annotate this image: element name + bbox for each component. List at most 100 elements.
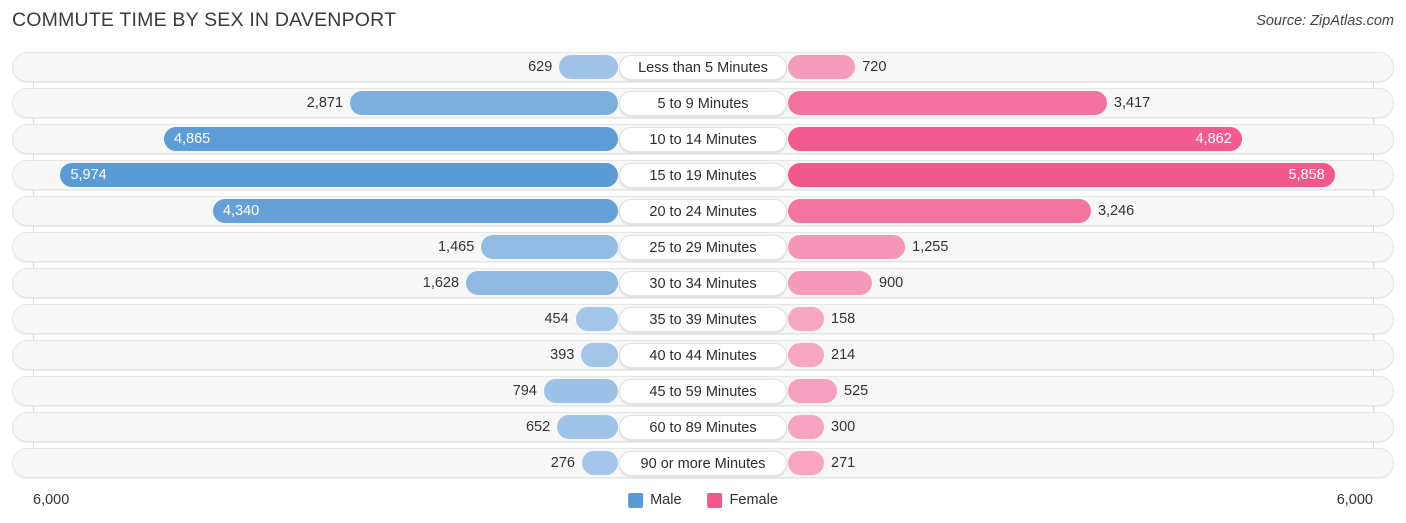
male-bar[interactable]: [557, 415, 618, 439]
female-bar[interactable]: [788, 379, 837, 403]
female-value-label: 3,246: [1097, 203, 1135, 219]
male-value-label: 276: [550, 455, 575, 471]
female-bar[interactable]: [788, 55, 856, 79]
female-bar-container: 900: [788, 271, 903, 295]
category-label: 20 to 24 Minutes: [619, 199, 787, 224]
female-value-label: 158: [831, 311, 856, 327]
male-value-label: 794: [512, 383, 537, 399]
female-bar-container: 300: [788, 415, 855, 439]
table-row: 652 300 60 to 89 Minutes: [12, 412, 1394, 442]
table-row: 1,628 900 30 to 34 Minutes: [12, 268, 1394, 298]
plot-area: 629 720 Less than 5 Minutes 2,871 3,417 5 to …: [12, 52, 1394, 484]
table-row: 276 271 90 or more Minutes: [12, 448, 1394, 478]
female-bar[interactable]: [788, 451, 824, 475]
male-bar-container: 652: [526, 415, 618, 439]
male-bar-container: 2,871: [307, 91, 618, 115]
female-bar-container: 214: [788, 343, 855, 367]
female-value-label: 720: [862, 59, 887, 75]
male-bar-container: 276: [551, 451, 618, 475]
category-label: 5 to 9 Minutes: [619, 91, 787, 116]
category-label: 45 to 59 Minutes: [619, 379, 787, 404]
male-value-label: 629: [528, 59, 553, 75]
female-value-label: 525: [844, 383, 869, 399]
male-bar-container: 4,340: [212, 199, 618, 223]
category-label: 30 to 34 Minutes: [619, 271, 787, 296]
page-title: COMMUTE TIME BY SEX IN DAVENPORT: [12, 9, 397, 31]
table-row: 4,340 3,246 20 to 24 Minutes: [12, 196, 1394, 226]
legend-swatch-male-icon: [628, 492, 644, 508]
male-bar-container: 393: [550, 343, 618, 367]
female-bar-container: 3,417: [788, 91, 1150, 115]
chart-footer: 6,000 6,000 Male Female: [12, 487, 1394, 513]
male-value-label: 454: [544, 311, 569, 327]
female-value-label: 214: [831, 347, 856, 363]
female-bar[interactable]: [788, 127, 1242, 151]
legend-label: Female: [729, 492, 778, 508]
female-bar[interactable]: [788, 271, 872, 295]
axis-label-right: 6,000: [1336, 492, 1373, 508]
bar-rows: 629 720 Less than 5 Minutes 2,871 3,417 5 to …: [12, 52, 1394, 478]
female-bar-container: 158: [788, 307, 855, 331]
legend-label: Male: [650, 492, 682, 508]
source-attribution: Source: ZipAtlas.com: [1256, 13, 1394, 29]
category-label: 90 or more Minutes: [619, 451, 787, 476]
male-bar[interactable]: [559, 55, 618, 79]
female-value-label: 900: [879, 275, 904, 291]
category-label: 60 to 89 Minutes: [619, 415, 787, 440]
male-bar[interactable]: [543, 379, 618, 403]
female-bar-container: 720: [788, 55, 886, 79]
female-bar[interactable]: [788, 235, 906, 259]
female-bar[interactable]: [788, 199, 1091, 223]
male-value-label: 1,628: [422, 275, 460, 291]
female-bar[interactable]: [788, 343, 824, 367]
male-bar[interactable]: [466, 271, 618, 295]
male-value-label: 4,865: [173, 131, 211, 147]
category-label: 40 to 44 Minutes: [619, 343, 787, 368]
legend-item-female[interactable]: Female: [707, 487, 778, 513]
legend-item-male[interactable]: Male: [628, 487, 682, 513]
category-label: 15 to 19 Minutes: [619, 163, 787, 188]
male-bar-container: 1,628: [423, 271, 618, 295]
male-value-label: 4,340: [222, 203, 260, 219]
table-row: 794 525 45 to 59 Minutes: [12, 376, 1394, 406]
commute-time-chart: COMMUTE TIME BY SEX IN DAVENPORT Source:…: [0, 0, 1406, 523]
male-value-label: 2,871: [306, 95, 344, 111]
male-bar[interactable]: [581, 343, 618, 367]
female-bar-container: 3,246: [788, 199, 1134, 223]
female-value-label: 3,417: [1113, 95, 1151, 111]
legend: Male Female: [628, 487, 778, 513]
female-bar[interactable]: [788, 163, 1335, 187]
table-row: 454 158 35 to 39 Minutes: [12, 304, 1394, 334]
male-bar-container: 1,465: [438, 235, 618, 259]
male-bar-container: 454: [544, 307, 618, 331]
female-bar-container: 4,862: [788, 127, 1242, 151]
male-bar[interactable]: [163, 127, 618, 151]
male-bar[interactable]: [582, 451, 618, 475]
table-row: 4,865 4,862 10 to 14 Minutes: [12, 124, 1394, 154]
male-bar-container: 4,865: [163, 127, 618, 151]
category-label: 10 to 14 Minutes: [619, 127, 787, 152]
female-bar-container: 271: [788, 451, 855, 475]
female-bar[interactable]: [788, 307, 824, 331]
male-bar[interactable]: [212, 199, 618, 223]
male-bar[interactable]: [60, 163, 618, 187]
male-value-label: 652: [525, 419, 551, 435]
category-label: Less than 5 Minutes: [619, 55, 787, 80]
female-bar[interactable]: [788, 91, 1107, 115]
table-row: 1,465 1,255 25 to 29 Minutes: [12, 232, 1394, 262]
female-bar[interactable]: [788, 415, 824, 439]
male-bar-container: 629: [528, 55, 618, 79]
female-value-label: 4,862: [1195, 131, 1232, 147]
axis-label-left: 6,000: [33, 492, 70, 508]
category-label: 25 to 29 Minutes: [619, 235, 787, 260]
male-value-label: 1,465: [437, 239, 475, 255]
male-bar[interactable]: [481, 235, 618, 259]
legend-swatch-female-icon: [707, 492, 723, 508]
male-bar-container: 5,974: [60, 163, 618, 187]
female-value-label: 300: [831, 419, 856, 435]
male-bar[interactable]: [575, 307, 618, 331]
table-row: 629 720 Less than 5 Minutes: [12, 52, 1394, 82]
male-bar[interactable]: [350, 91, 618, 115]
female-value-label: 5,858: [1288, 167, 1325, 183]
category-label: 35 to 39 Minutes: [619, 307, 787, 332]
